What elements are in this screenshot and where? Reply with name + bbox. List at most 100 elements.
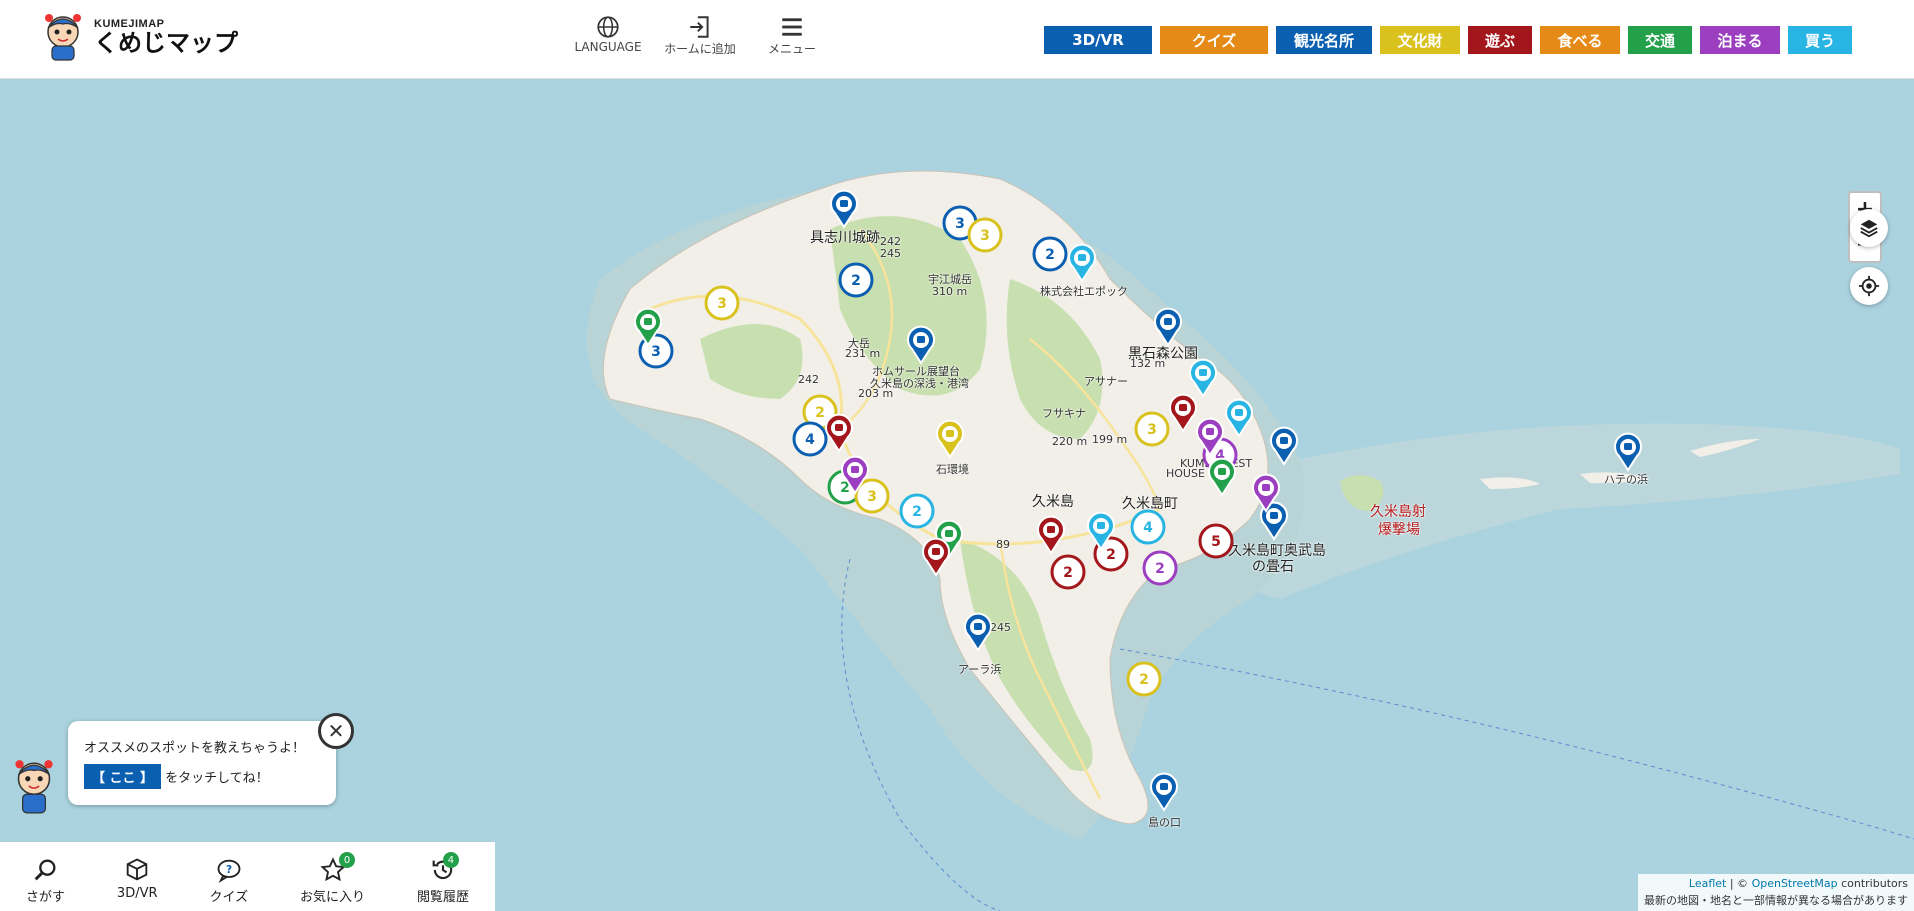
cluster-count: 5 <box>1211 534 1221 550</box>
category-eat-label: 食べる <box>1557 31 1603 50</box>
camera-pin-marker[interactable] <box>907 325 935 365</box>
cluster-count: 4 <box>1143 520 1153 536</box>
popup-instruction: をタッチしてね！ <box>165 771 269 786</box>
category-cultural-button[interactable]: 文化財 <box>1380 26 1460 54</box>
popup-close-button[interactable]: ✕ <box>318 713 354 749</box>
add-to-home-icon <box>690 16 709 38</box>
marker-cluster[interactable]: 3 <box>967 217 1003 253</box>
flag-pin-marker[interactable] <box>825 413 853 453</box>
category-cultural-label: 文化財 <box>1397 31 1443 50</box>
leaflet-link[interactable]: Leaflet <box>1689 877 1726 890</box>
marker-cluster[interactable]: 2 <box>1032 236 1068 272</box>
shopping-bag-pin-marker[interactable] <box>1068 243 1096 283</box>
category-3dvr-button[interactable]: 3D/VR <box>1044 26 1152 54</box>
popup-message: オススメのスポットを教えちゃうよ！ <box>84 741 306 756</box>
bed-icon <box>1206 428 1214 435</box>
popup-here-button[interactable]: 【 ここ 】 <box>84 764 162 789</box>
marker-cluster[interactable]: 5 <box>1198 523 1234 559</box>
shopping-bag-pin-marker[interactable] <box>1189 358 1217 398</box>
marker-cluster[interactable]: 4 <box>1130 509 1166 545</box>
cluster-count: 3 <box>980 228 990 244</box>
nav-quiz[interactable]: ? クイズ <box>209 856 248 911</box>
camera-pin-marker[interactable] <box>1270 426 1298 466</box>
camera-pin-marker[interactable] <box>830 189 858 229</box>
bed-icon <box>851 466 859 473</box>
marker-cluster[interactable]: 3 <box>1134 411 1170 447</box>
favorites-count-badge: 0 <box>339 852 356 868</box>
add-to-home-label: ホームに追加 <box>664 42 736 56</box>
torii-pin-marker[interactable] <box>936 419 964 459</box>
osm-link[interactable]: OpenStreetMap <box>1752 877 1838 890</box>
marker-cluster[interactable]: 2 <box>838 262 874 298</box>
marker-cluster[interactable]: 2 <box>1142 550 1178 586</box>
menu-button[interactable]: メニュー <box>752 14 832 57</box>
marker-cluster[interactable]: 2 <box>899 493 935 529</box>
shopping-bag-pin-marker[interactable] <box>1225 398 1253 438</box>
marker-cluster[interactable]: 2 <box>1050 554 1086 590</box>
quiz-bubble-icon: ? <box>217 859 241 883</box>
cluster-count: 4 <box>805 432 815 448</box>
site-logo[interactable]: KUMEJIMAP くめじマップ <box>40 12 238 62</box>
category-quiz-label: クイズ <box>1191 31 1237 50</box>
nav-history[interactable]: 4 閲覧履歴 <box>416 852 469 911</box>
locate-me-button[interactable] <box>1850 267 1888 305</box>
cluster-count: 2 <box>815 405 825 421</box>
marker-cluster[interactable]: 3 <box>704 285 740 321</box>
cluster-count: 2 <box>1045 247 1055 263</box>
globe-icon <box>597 16 619 38</box>
add-to-home-button[interactable]: ホームに追加 <box>660 14 740 57</box>
flag-pin-marker[interactable] <box>1037 515 1065 555</box>
flag-pin-marker[interactable] <box>1169 393 1197 433</box>
mascot-logo-icon <box>45 14 81 61</box>
car-icon <box>945 530 953 537</box>
torii-icon <box>946 430 954 437</box>
camera-pin-marker[interactable] <box>1614 432 1642 472</box>
camera-icon <box>840 200 848 207</box>
history-count-badge: 4 <box>442 852 459 868</box>
nav-history-label: 閲覧履歴 <box>416 890 469 905</box>
category-filter-bar: 3D/VR クイズ 観光名所 文化財 遊ぶ 食べる 交通 泊まる 買う <box>1044 26 1852 54</box>
car-pin-marker[interactable] <box>1208 457 1236 497</box>
camera-icon <box>917 336 925 343</box>
osm-contributors: contributors <box>1841 877 1908 890</box>
camera-pin-marker[interactable] <box>1154 307 1182 347</box>
logo-big-text: くめじマップ <box>94 28 238 57</box>
camera-icon <box>1160 783 1168 790</box>
shopping-bag-icon <box>1097 522 1105 529</box>
category-sightseeing-label: 観光名所 <box>1293 31 1354 50</box>
car-icon <box>1218 468 1226 475</box>
category-play-button[interactable]: 遊ぶ <box>1468 26 1532 54</box>
cluster-count: 3 <box>955 216 965 232</box>
category-sightseeing-button[interactable]: 観光名所 <box>1276 26 1372 54</box>
nav-3dvr[interactable]: 3D/VR <box>117 856 158 911</box>
category-eat-button[interactable]: 食べる <box>1540 26 1620 54</box>
category-3dvr-label: 3D/VR <box>1072 31 1124 49</box>
category-quiz-button[interactable]: クイズ <box>1160 26 1268 54</box>
camera-pin-marker[interactable] <box>1150 772 1178 812</box>
layers-button[interactable] <box>1850 209 1888 247</box>
nav-search[interactable]: さがす <box>26 856 65 911</box>
cluster-count: 2 <box>912 504 922 520</box>
category-stay-button[interactable]: 泊まる <box>1700 26 1780 54</box>
marker-cluster[interactable]: 2 <box>1126 661 1162 697</box>
shopping-bag-icon <box>1235 409 1243 416</box>
cluster-count: 3 <box>867 489 877 505</box>
category-transport-button[interactable]: 交通 <box>1628 26 1692 54</box>
language-selector[interactable]: LANGUAGE <box>568 14 648 57</box>
flag-pin-marker[interactable] <box>922 537 950 577</box>
cluster-count: 2 <box>851 273 861 289</box>
logo-small-text: KUMEJIMAP <box>94 17 165 30</box>
shopping-bag-icon <box>1078 254 1086 261</box>
camera-pin-marker[interactable] <box>964 612 992 652</box>
camera-icon <box>1624 443 1632 450</box>
category-transport-label: 交通 <box>1644 31 1675 50</box>
cluster-count: 3 <box>1147 422 1157 438</box>
marker-cluster[interactable]: 4 <box>792 421 828 457</box>
flag-icon <box>1179 404 1187 411</box>
cluster-count: 2 <box>1139 672 1149 688</box>
nav-favorites[interactable]: 0 お気に入り <box>300 852 365 911</box>
flag-icon <box>932 548 940 555</box>
category-buy-button[interactable]: 買う <box>1788 26 1852 54</box>
category-buy-label: 買う <box>1804 31 1835 50</box>
map-attribution: Leaflet | © OpenStreetMap contributors 最… <box>1638 874 1914 911</box>
